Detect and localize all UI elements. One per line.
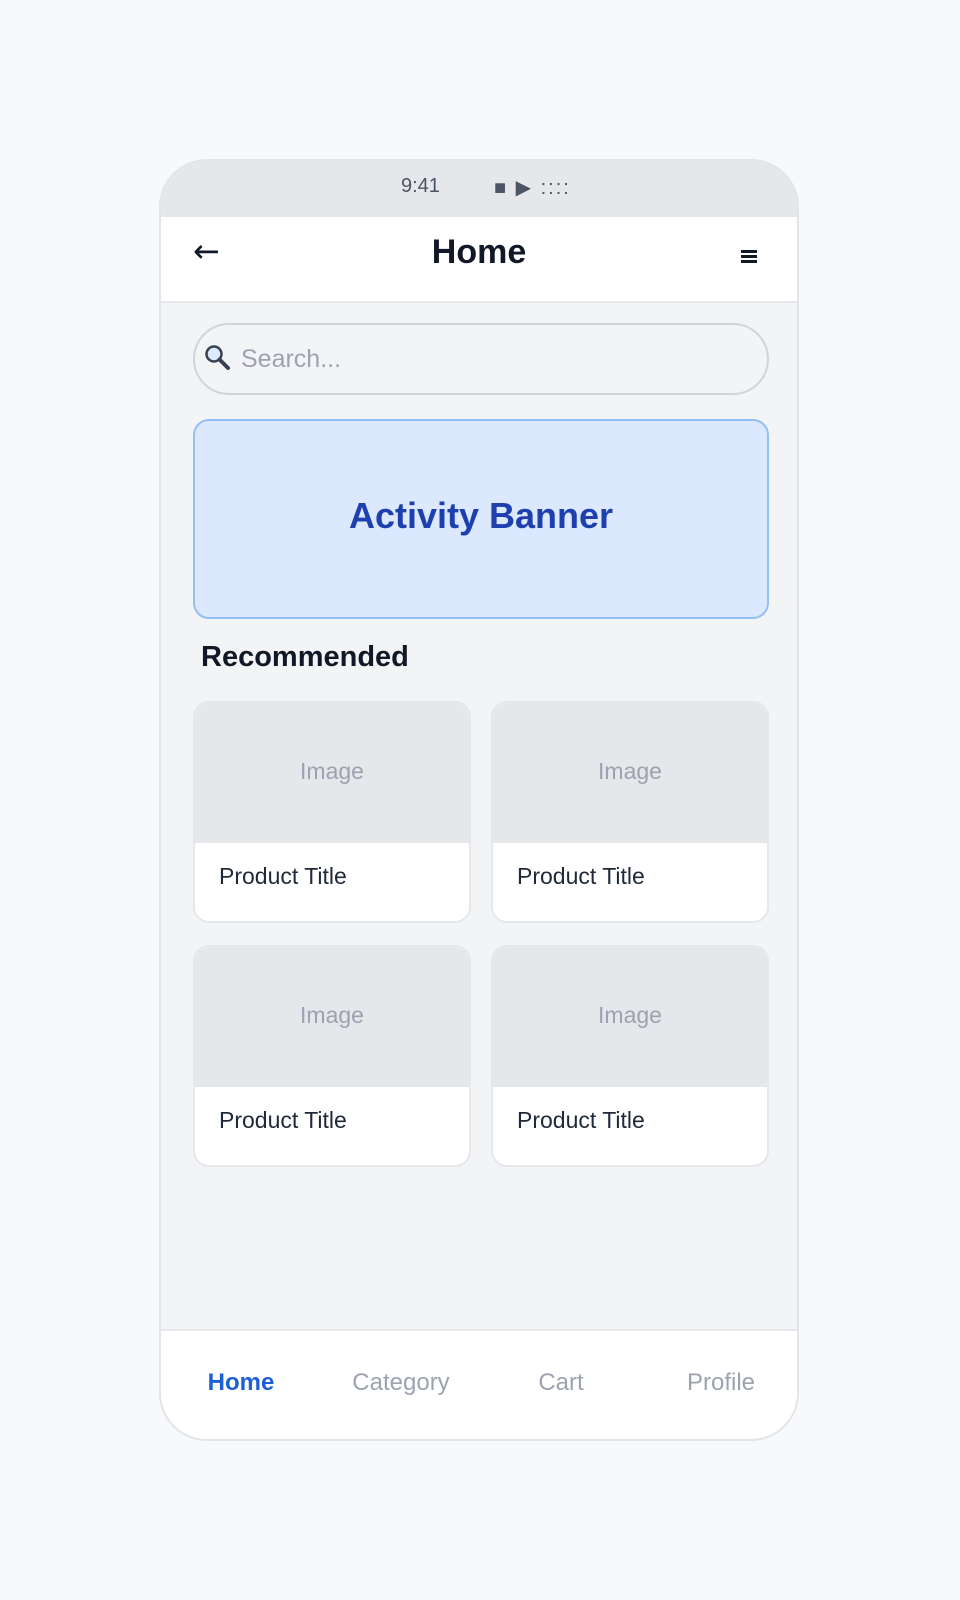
page-title: Home: [431, 233, 527, 271]
status-time: 9:41: [401, 175, 440, 197]
product-card[interactable]: Image Product Title: [193, 701, 471, 923]
product-image-placeholder: Image: [493, 947, 767, 1087]
product-image-placeholder: Image: [493, 703, 767, 843]
main-content: Activity Banner Recommended Image Produc…: [161, 303, 797, 1439]
app-header: ← Home: [161, 217, 797, 303]
tab-category[interactable]: Category: [321, 1369, 481, 1397]
phone-frame: 9:41 ■ ▶ :::: ← Home Activity Banner Re: [159, 159, 799, 1441]
product-title: Product Title: [517, 863, 645, 889]
product-card[interactable]: Image Product Title: [491, 945, 769, 1167]
search-bar[interactable]: [193, 323, 769, 395]
status-icons: ■ ▶ ::::: [494, 177, 571, 199]
banner-title: Activity Banner: [348, 495, 614, 536]
tab-cart[interactable]: Cart: [481, 1369, 641, 1397]
menu-button[interactable]: [737, 241, 765, 269]
activity-banner[interactable]: Activity Banner: [193, 419, 769, 619]
status-bar: 9:41 ■ ▶ ::::: [161, 161, 797, 217]
product-card[interactable]: Image Product Title: [491, 701, 769, 923]
product-title: Product Title: [517, 1107, 645, 1133]
section-title-recommended: Recommended: [201, 641, 409, 673]
bottom-tab-bar: Home Category Cart Profile: [161, 1329, 797, 1439]
product-title: Product Title: [219, 1107, 347, 1133]
product-image-placeholder: Image: [195, 703, 469, 843]
tab-profile[interactable]: Profile: [641, 1369, 797, 1397]
search-icon: [205, 345, 230, 370]
product-image-placeholder: Image: [195, 947, 469, 1087]
product-card[interactable]: Image Product Title: [193, 945, 471, 1167]
tab-home[interactable]: Home: [161, 1369, 321, 1397]
search-input[interactable]: [241, 337, 741, 381]
product-title: Product Title: [219, 863, 347, 889]
